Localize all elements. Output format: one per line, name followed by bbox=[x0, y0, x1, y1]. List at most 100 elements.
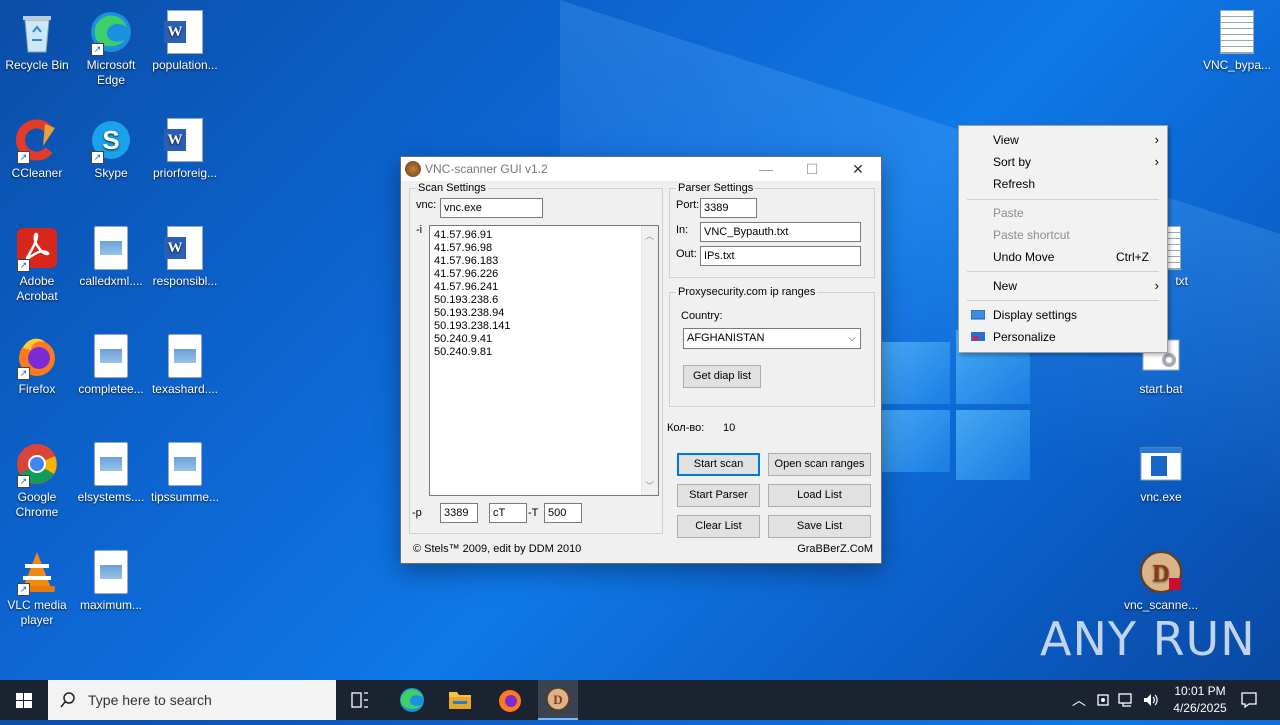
taskbar-clock-date[interactable]: 4/26/2025 bbox=[1166, 701, 1234, 715]
ct-field[interactable]: cT bbox=[489, 503, 527, 523]
desktop-icon-ccleaner[interactable]: ↗ CCleaner bbox=[0, 118, 74, 181]
list-item[interactable]: 41.57.96.91 bbox=[434, 229, 510, 242]
window-titlebar[interactable]: VNC-scanner GUI v1.2 — ☐ ✕ bbox=[401, 157, 881, 181]
menu-item-view[interactable]: View › bbox=[993, 130, 1159, 150]
load-list-button[interactable]: Load List bbox=[768, 484, 871, 507]
window-title: VNC-scanner GUI v1.2 bbox=[425, 162, 548, 176]
ethernet-icon[interactable] bbox=[1118, 692, 1136, 708]
parser-in-field[interactable]: VNC_Bypauth.txt bbox=[700, 222, 861, 242]
taskbar-firefox[interactable] bbox=[490, 680, 530, 720]
scroll-up-icon[interactable]: ︿ bbox=[645, 229, 654, 242]
minimize-icon[interactable]: — bbox=[743, 157, 789, 181]
text-file-icon bbox=[1220, 10, 1254, 54]
chevron-up-icon[interactable]: ︿ bbox=[1072, 690, 1086, 710]
start-scan-button[interactable]: Start scan bbox=[677, 453, 760, 476]
start-button[interactable] bbox=[0, 680, 48, 720]
shortcut-arrow-icon: ↗ bbox=[91, 43, 104, 56]
open-scan-ranges-button[interactable]: Open scan ranges bbox=[768, 453, 871, 476]
menu-item-display-settings[interactable]: Display settings bbox=[993, 305, 1159, 325]
desktop-icon-label: vnc_scanne... bbox=[1124, 598, 1199, 612]
desktop-icon-label: Microsoft Edge bbox=[86, 58, 136, 87]
vnc-exe-field[interactable]: vnc.exe bbox=[440, 198, 543, 218]
desktop-icon-edge[interactable]: ↗ Microsoft Edge bbox=[74, 10, 148, 88]
taskbar-search-box[interactable]: Type here to search bbox=[48, 680, 336, 720]
list-item[interactable]: 50.193.238.6 bbox=[434, 294, 510, 307]
list-item[interactable]: 50.240.9.81 bbox=[434, 346, 510, 359]
desktop-icon-label: VLC media player bbox=[7, 598, 67, 627]
parser-out-field[interactable]: IPs.txt bbox=[700, 246, 861, 266]
desktop-icon-label: responsibl... bbox=[152, 274, 218, 288]
task-view-button[interactable] bbox=[342, 680, 378, 720]
notifications-icon[interactable] bbox=[1240, 691, 1258, 709]
desktop-icon-label: tipssumme... bbox=[150, 490, 219, 504]
copyright-text: © Stels™ 2009, edit by DDM 2010 bbox=[413, 543, 582, 555]
ip-list[interactable]: 41.57.96.91 41.57.96.98 41.57.96.183 41.… bbox=[429, 225, 659, 496]
list-item[interactable]: 41.57.96.183 bbox=[434, 255, 510, 268]
volume-icon[interactable] bbox=[1142, 692, 1160, 708]
clear-list-button[interactable]: Clear List bbox=[677, 515, 760, 538]
desktop-icon-texashard[interactable]: texashard.... bbox=[148, 334, 222, 397]
desktop-icon-adobe-acrobat[interactable]: ↗ Adobe Acrobat bbox=[0, 226, 74, 304]
display-settings-icon bbox=[971, 310, 985, 320]
start-parser-button[interactable]: Start Parser bbox=[677, 484, 760, 507]
list-item[interactable]: 41.57.96.98 bbox=[434, 242, 510, 255]
chrome-icon: ↗ bbox=[15, 442, 59, 488]
desktop-icon-skype[interactable]: S ↗ Skype bbox=[74, 118, 148, 181]
list-item[interactable]: 41.57.96.226 bbox=[434, 268, 510, 281]
menu-item-label: Refresh bbox=[993, 177, 1036, 191]
desktop-icon-vnc-bypauth-txt[interactable]: VNC_bypa... bbox=[1198, 10, 1276, 73]
list-item[interactable]: 50.193.238.94 bbox=[434, 307, 510, 320]
taskbar-vnc-scanner[interactable]: D bbox=[538, 680, 578, 720]
menu-item-label: View bbox=[993, 133, 1019, 147]
maximize-icon: ☐ bbox=[805, 161, 819, 177]
list-scrollbar[interactable]: ︿ ﹀ bbox=[641, 226, 658, 495]
taskbar-clock-time[interactable]: 10:01 PM bbox=[1168, 684, 1232, 698]
menu-item-new[interactable]: New › bbox=[993, 276, 1159, 296]
list-item[interactable]: 50.240.9.41 bbox=[434, 333, 510, 346]
word-document-icon: W bbox=[164, 10, 203, 54]
desktop-icon-tipssumme[interactable]: tipssumme... bbox=[148, 442, 222, 505]
desktop-icon-vnc-exe[interactable]: vnc.exe bbox=[1124, 442, 1198, 505]
save-list-button[interactable]: Save List bbox=[768, 515, 871, 538]
desktop-icon-responsibl-doc[interactable]: W responsibl... bbox=[148, 226, 222, 289]
desktop-icon-maximum[interactable]: maximum... bbox=[74, 550, 148, 613]
desktop-icon-firefox[interactable]: ↗ Firefox bbox=[0, 334, 74, 397]
port-p-field[interactable]: 3389 bbox=[440, 503, 478, 523]
close-icon[interactable]: ✕ bbox=[835, 157, 881, 181]
menu-item-undo-move[interactable]: Undo Move Ctrl+Z bbox=[993, 247, 1159, 267]
desktop-icon-priorforeig-doc[interactable]: W priorforeig... bbox=[148, 118, 222, 181]
word-document-icon: W bbox=[164, 226, 203, 270]
personalize-icon bbox=[971, 332, 985, 341]
menu-item-personalize[interactable]: Personalize bbox=[993, 327, 1159, 347]
network-icon[interactable] bbox=[1096, 692, 1112, 708]
desktop-icon-calledxml[interactable]: calledxml.... bbox=[74, 226, 148, 289]
taskbar-edge[interactable] bbox=[392, 680, 432, 720]
vnc-scanner-app-icon: D bbox=[546, 687, 570, 711]
desktop-icon-chrome[interactable]: ↗ Google Chrome bbox=[0, 442, 74, 520]
scan-settings-label: Scan Settings bbox=[416, 182, 488, 194]
desktop-icon-label: completee... bbox=[78, 382, 144, 396]
desktop-icon-recycle-bin[interactable]: Recycle Bin bbox=[0, 10, 74, 73]
vlc-icon: ↗ bbox=[15, 550, 59, 596]
desktop-icon-vnc-scanner[interactable]: D vnc_scanne... bbox=[1124, 550, 1198, 613]
menu-item-refresh[interactable]: Refresh bbox=[993, 174, 1159, 194]
in-label: In: bbox=[676, 224, 689, 236]
menu-item-label: Personalize bbox=[993, 330, 1056, 344]
vnc-scanner-app-icon: D bbox=[1139, 550, 1183, 594]
parser-port-field[interactable]: 3389 bbox=[700, 198, 757, 218]
list-item[interactable]: 41.57.96.241 bbox=[434, 281, 510, 294]
scroll-down-icon[interactable]: ﹀ bbox=[645, 479, 654, 492]
credit-text: GraBBerZ.CoM bbox=[797, 543, 873, 555]
timeout-field[interactable]: 500 bbox=[544, 503, 582, 523]
desktop-icon-population-doc[interactable]: W population... bbox=[148, 10, 222, 73]
desktop-icon-completee[interactable]: completee... bbox=[74, 334, 148, 397]
chevron-down-icon: ⌵ bbox=[848, 333, 856, 344]
menu-item-sort-by[interactable]: Sort by › bbox=[993, 152, 1159, 172]
get-diap-list-button[interactable]: Get diap list bbox=[683, 365, 761, 388]
taskbar-file-explorer[interactable] bbox=[440, 680, 480, 720]
firefox-icon bbox=[499, 690, 521, 712]
desktop-icon-elsystems[interactable]: elsystems.... bbox=[74, 442, 148, 505]
country-select[interactable]: AFGHANISTAN ⌵ bbox=[683, 328, 861, 349]
list-item[interactable]: 50.193.238.141 bbox=[434, 320, 510, 333]
desktop-icon-vlc[interactable]: ↗ VLC media player bbox=[0, 550, 74, 628]
